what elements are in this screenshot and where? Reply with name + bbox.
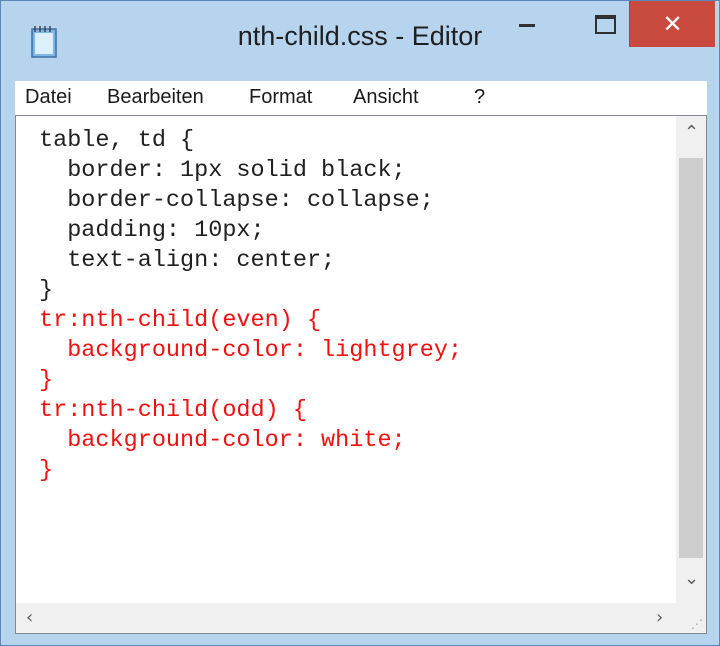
scroll-left-icon[interactable]: ‹ [26, 607, 33, 628]
menu-format[interactable]: Format [249, 86, 312, 109]
code-line: background-color: lightgrey; [39, 337, 463, 364]
code-line: tr:nth-child(odd) { [39, 397, 307, 424]
minimize-button[interactable] [498, 1, 556, 47]
code-line: background-color: white; [39, 427, 406, 454]
close-button[interactable]: ✕ [629, 1, 715, 47]
minimize-icon [519, 23, 535, 27]
maximize-button[interactable] [581, 1, 629, 47]
menu-bar: Datei Bearbeiten Format Ansicht ? [15, 81, 707, 116]
size-grip[interactable]: ⋰ [676, 603, 706, 633]
title-bar[interactable]: nth-child.css - Editor ✕ [1, 1, 719, 81]
code-line: border: 1px solid black; [39, 157, 406, 184]
code-line: border-collapse: collapse; [39, 187, 434, 214]
scroll-up-icon[interactable]: ⌃ [684, 122, 699, 143]
code-line: } [39, 457, 54, 484]
code-line: } [39, 277, 54, 304]
menu-bearbeiten[interactable]: Bearbeiten [107, 86, 204, 109]
code-area[interactable]: table, td { border: 1px solid black; bor… [16, 116, 676, 603]
code-line: } [39, 367, 54, 394]
menu-datei[interactable]: Datei [25, 86, 72, 109]
code-line: text-align: center; [39, 247, 336, 274]
scroll-down-icon[interactable]: ⌄ [684, 568, 699, 589]
vertical-scrollbar[interactable]: ⌃ ⌄ [676, 116, 706, 603]
horizontal-scrollbar[interactable]: ‹ › [16, 603, 676, 633]
editor-window: nth-child.css - Editor ✕ Datei Bearbeite… [0, 0, 720, 646]
close-icon: ✕ [662, 10, 683, 38]
scroll-right-icon[interactable]: › [656, 607, 663, 628]
code-line: table, td { [39, 127, 195, 154]
code-line: tr:nth-child(even) { [39, 307, 322, 334]
maximize-icon [594, 14, 616, 34]
menu-help[interactable]: ? [474, 86, 485, 109]
menu-ansicht[interactable]: Ansicht [353, 86, 419, 109]
text-editor[interactable]: table, td { border: 1px solid black; bor… [15, 115, 707, 634]
resize-grip-icon[interactable]: ⋰ [691, 617, 703, 631]
code-line: padding: 10px; [39, 217, 265, 244]
vertical-scroll-thumb[interactable] [679, 158, 703, 558]
